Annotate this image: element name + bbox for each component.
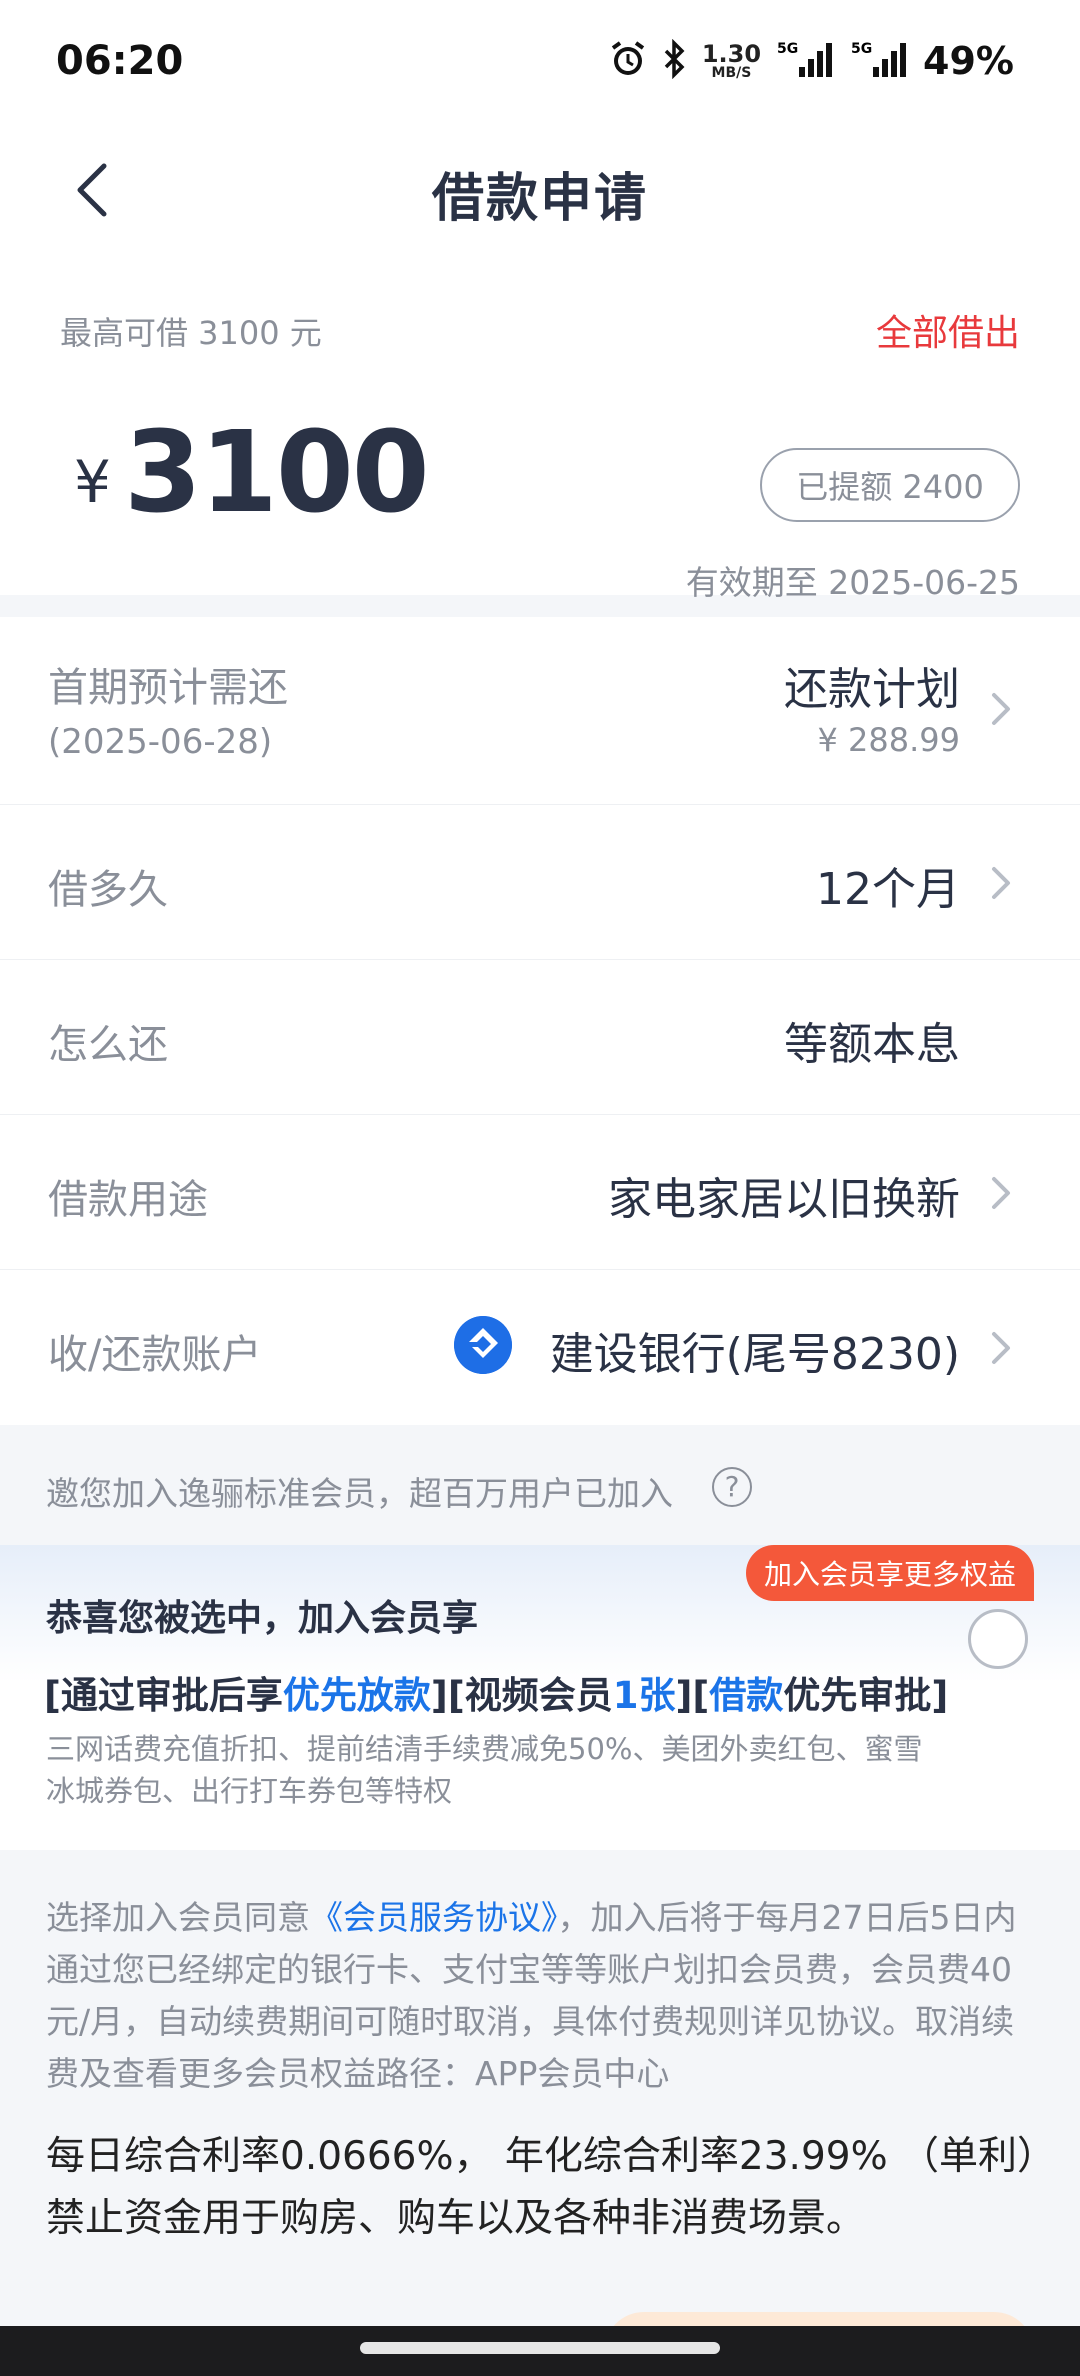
loan-term-label: 借多久 (48, 867, 168, 913)
bank-logo-icon (454, 1316, 512, 1374)
interest-rate-disclosure: 每日综合利率0.0666%， 年化综合利率23.99% （单利）禁止资金用于购房… (46, 2134, 1037, 2241)
repayment-method-label: 怎么还 (48, 1022, 168, 1068)
chevron-right-icon (992, 1177, 1010, 1209)
battery-level: 49% (923, 39, 1014, 83)
first-repayment-label: 首期预计需还 (48, 665, 288, 711)
repayment-method-row: 怎么还 等额本息 (0, 960, 1080, 1115)
member-join-radio[interactable] (968, 1609, 1028, 1669)
chevron-right-icon (992, 867, 1010, 899)
status-time: 06:20 (56, 38, 184, 84)
chevron-right-icon (992, 693, 1010, 725)
max-borrow-limit: 最高可借 3100 元 (60, 314, 322, 352)
signal-5g-icon-2: 5G (849, 39, 909, 83)
home-indicator[interactable] (360, 2342, 720, 2354)
member-invite-text: 邀您加入逸骊标准会员，超百万用户已加入 (46, 1474, 673, 1513)
alarm-icon (608, 39, 648, 83)
limit-increase-badge: 已提额 2400 (760, 448, 1020, 522)
repayment-method-value: 等额本息 (784, 1019, 960, 1070)
borrow-amount-input[interactable]: 3100 (124, 408, 430, 538)
loan-purpose-row[interactable]: 借款用途 家电家居以旧换新 (0, 1115, 1080, 1270)
chevron-right-icon (992, 1332, 1010, 1364)
member-offer-title: 恭喜您被选中，加入会员享 (46, 1598, 479, 1639)
member-service-agreement-link[interactable]: 《会员服务协议》 (310, 1898, 558, 1937)
status-bar: 06:20 1.30 MB/S 5G 5G 49% (0, 0, 1080, 120)
member-offer-card[interactable]: 加入会员享更多权益 恭喜您被选中，加入会员享 [通过审批后享优先放款][视频会员… (0, 1545, 1080, 1850)
net-speed: 1.30 MB/S (701, 40, 762, 81)
loan-term-row[interactable]: 借多久 12个月 (0, 805, 1080, 960)
loan-purpose-label: 借款用途 (48, 1177, 208, 1223)
help-icon[interactable]: ? (712, 1467, 752, 1507)
borrow-all-button[interactable]: 全部借出 (876, 304, 1020, 356)
signal-5g-icon-1: 5G (775, 39, 835, 83)
svg-text:5G: 5G (851, 41, 872, 57)
repayment-plan-link[interactable]: 还款计划 (784, 653, 960, 717)
member-benefit-tag: 加入会员享更多权益 (745, 1545, 1034, 1601)
member-invite-bar: 邀您加入逸骊标准会员，超百万用户已加入 ? (0, 1425, 1080, 1545)
svg-text:5G: 5G (777, 41, 798, 57)
valid-until-text: 有效期至 2025-06-25 (685, 563, 1020, 602)
bluetooth-icon (662, 38, 688, 83)
app-header: 借款申请 (0, 120, 1080, 260)
currency-symbol: ¥ (74, 448, 111, 516)
amount-card: 最高可借 3100 元 全部借出 ¥ 3100 已提额 2400 有效期至 20… (0, 260, 1080, 602)
member-benefits-desc: 三网话费充值折扣、提前结清手续费减免50%、美团外卖红包、蜜雪冰城券包、出行打车… (46, 1732, 923, 1808)
loan-purpose-value: 家电家居以旧换新 (608, 1174, 960, 1225)
member-benefits-line: [通过审批后享优先放款][视频会员1张][借款优先审批] (44, 1674, 949, 1717)
membership-agreement-text: 选择加入会员同意《会员服务协议》，加入后将于每月27日后5日内通过您已经绑定的银… (46, 1898, 1017, 2093)
loan-options-list: 首期预计需还 (2025-06-28) 还款计划 ¥ 288.99 借多久 12… (0, 617, 1080, 1425)
first-repayment-date: (2025-06-28) (48, 722, 273, 762)
first-repayment-amount: ¥ 288.99 (817, 721, 961, 759)
loan-term-value: 12个月 (816, 864, 960, 915)
bank-account-value: 建设银行(尾号8230) (549, 1329, 960, 1380)
first-repayment-row[interactable]: 首期预计需还 (2025-06-28) 还款计划 ¥ 288.99 (0, 617, 1080, 805)
agreement-section: 选择加入会员同意《会员服务协议》，加入后将于每月27日后5日内通过您已经绑定的银… (0, 1850, 1080, 2330)
status-icons: 1.30 MB/S 5G 5G 49% (608, 36, 1014, 86)
bank-account-label: 收/还款账户 (48, 1332, 262, 1378)
bank-account-row[interactable]: 收/还款账户 建设银行(尾号8230) (0, 1270, 1080, 1425)
page-title: 借款申请 (431, 169, 648, 229)
